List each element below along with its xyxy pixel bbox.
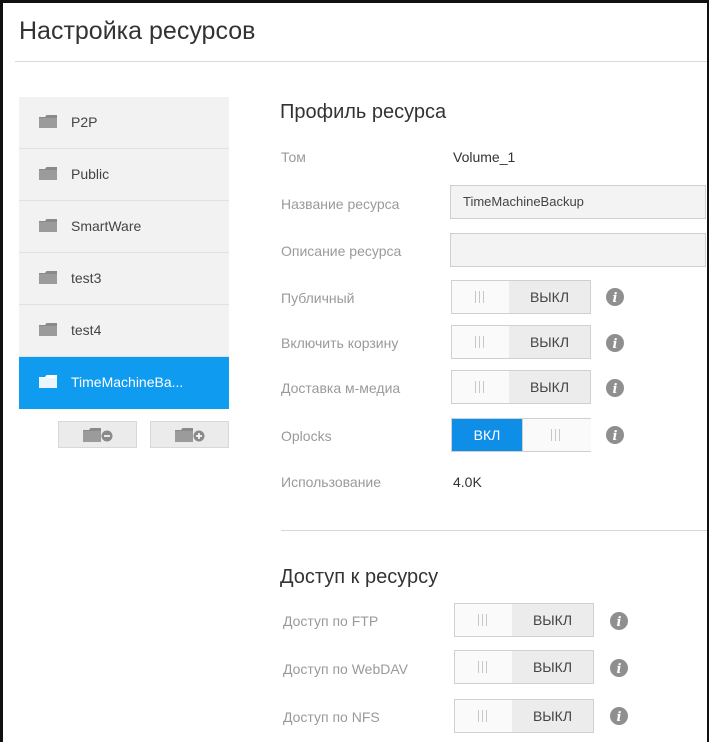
info-icon[interactable]: i xyxy=(609,611,629,631)
oplocks-toggle[interactable]: ВКЛ xyxy=(451,418,591,452)
title-divider xyxy=(15,61,707,62)
share-description-label: Описание ресурса xyxy=(281,243,402,259)
usage-value: 4.0K xyxy=(453,474,482,490)
toggle-state: ВЫКЛ xyxy=(509,326,590,358)
svg-text:i: i xyxy=(613,337,618,352)
share-item-label: SmartWare xyxy=(71,218,142,234)
window-frame: Настройка ресурсов P2P Public SmartWare … xyxy=(0,0,709,742)
public-toggle[interactable]: ВЫКЛ xyxy=(451,280,591,314)
folder-icon xyxy=(39,323,57,336)
nfs-access-toggle[interactable]: ВЫКЛ xyxy=(454,699,594,733)
section-divider xyxy=(281,530,707,531)
share-item-test3[interactable]: test3 xyxy=(19,253,229,305)
toggle-state: ВЫКЛ xyxy=(512,604,593,636)
toggle-grip xyxy=(522,419,591,451)
page-title: Настройка ресурсов xyxy=(19,17,256,45)
recycle-bin-toggle[interactable]: ВЫКЛ xyxy=(451,325,591,359)
toggle-state: ВЫКЛ xyxy=(512,700,593,732)
info-icon[interactable]: i xyxy=(609,658,629,678)
toggle-state: ВЫКЛ xyxy=(509,281,590,313)
svg-text:i: i xyxy=(613,291,618,306)
share-item-label: TimeMachineBa... xyxy=(71,374,184,390)
folder-icon xyxy=(39,115,57,128)
svg-text:i: i xyxy=(613,382,618,397)
volume-value: Volume_1 xyxy=(453,149,516,165)
toggle-grip xyxy=(455,651,513,683)
nfs-access-label: Доступ по NFS xyxy=(283,709,380,725)
media-serving-toggle[interactable]: ВЫКЛ xyxy=(451,370,591,404)
add-share-button[interactable] xyxy=(150,421,229,448)
svg-text:i: i xyxy=(617,710,622,725)
folder-icon xyxy=(39,219,57,232)
toggle-grip xyxy=(455,604,513,636)
oplocks-label: Oplocks xyxy=(281,428,332,444)
ftp-access-label: Доступ по FTP xyxy=(283,613,379,629)
share-item-public[interactable]: Public xyxy=(19,149,229,201)
access-section-title: Доступ к ресурсу xyxy=(280,566,439,588)
webdav-access-label: Доступ по WebDAV xyxy=(283,661,409,677)
volume-label: Том xyxy=(281,149,306,165)
share-name-label: Название ресурса xyxy=(281,196,400,212)
folder-plus-icon xyxy=(175,428,205,442)
ftp-access-toggle[interactable]: ВЫКЛ xyxy=(454,603,594,637)
svg-text:i: i xyxy=(617,662,622,677)
toggle-state: ВКЛ xyxy=(452,419,522,451)
folder-icon xyxy=(39,375,57,388)
info-icon[interactable]: i xyxy=(605,378,625,398)
profile-section-title: Профиль ресурса xyxy=(280,101,447,123)
remove-share-button[interactable] xyxy=(58,421,137,448)
toggle-state: ВЫКЛ xyxy=(509,371,590,403)
svg-text:i: i xyxy=(617,615,622,630)
toggle-grip xyxy=(455,700,513,732)
share-list: P2P Public SmartWare test3 test4 TimeMac… xyxy=(19,97,229,409)
info-icon[interactable]: i xyxy=(605,333,625,353)
recycle-bin-label: Включить корзину xyxy=(281,335,399,351)
share-item-smartware[interactable]: SmartWare xyxy=(19,201,229,253)
folder-icon xyxy=(39,167,57,180)
share-item-label: test3 xyxy=(71,270,102,286)
toggle-grip xyxy=(452,326,510,358)
info-icon[interactable]: i xyxy=(605,425,625,445)
info-icon[interactable]: i xyxy=(605,287,625,307)
share-item-timemachinebackup[interactable]: TimeMachineBa... xyxy=(19,357,229,409)
share-item-label: Public xyxy=(71,166,110,182)
share-item-label: P2P xyxy=(71,114,98,130)
toggle-state: ВЫКЛ xyxy=(512,651,593,683)
share-name-field[interactable]: TimeMachineBackup xyxy=(450,185,706,219)
share-item-p2p[interactable]: P2P xyxy=(19,97,229,149)
share-item-label: test4 xyxy=(71,322,102,338)
info-icon[interactable]: i xyxy=(609,706,629,726)
public-label: Публичный xyxy=(281,290,355,306)
share-description-field[interactable] xyxy=(450,233,706,267)
media-serving-label: Доставка м-медиа xyxy=(281,380,401,396)
webdav-access-toggle[interactable]: ВЫКЛ xyxy=(454,650,594,684)
svg-text:i: i xyxy=(613,429,618,444)
usage-label: Использование xyxy=(281,474,382,490)
folder-icon xyxy=(39,271,57,284)
share-item-test4[interactable]: test4 xyxy=(19,305,229,357)
toggle-grip xyxy=(452,371,510,403)
folder-minus-icon xyxy=(83,428,113,442)
toggle-grip xyxy=(452,281,510,313)
